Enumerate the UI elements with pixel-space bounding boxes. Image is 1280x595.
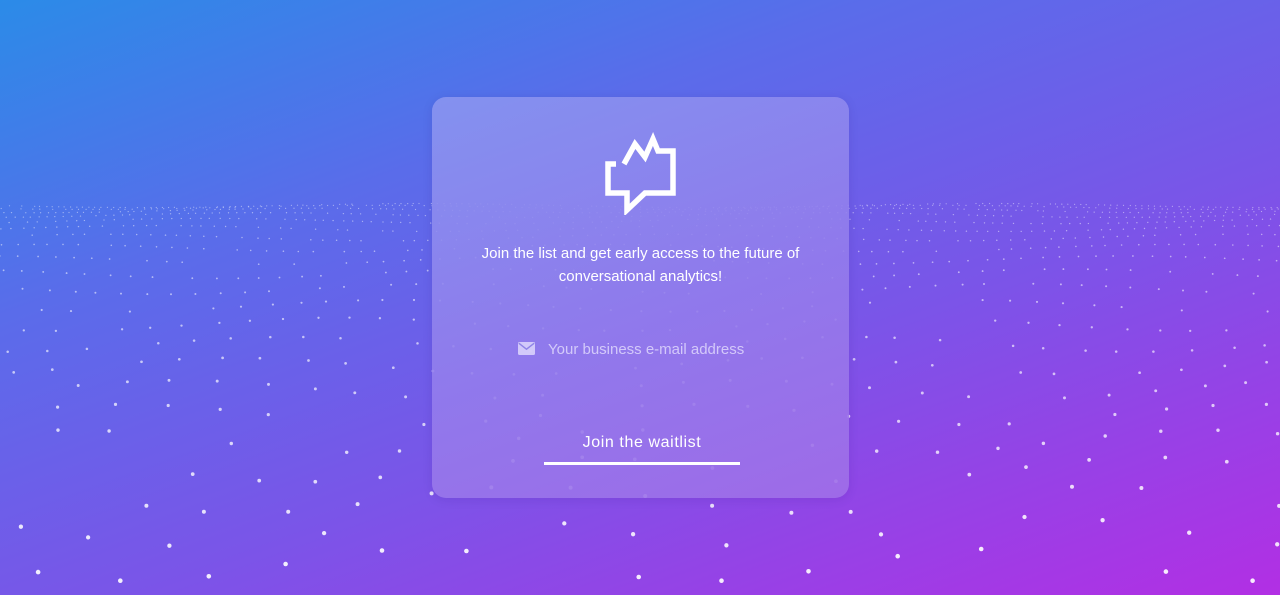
headline-text: Join the list and get early access to th… bbox=[481, 245, 800, 285]
email-input[interactable] bbox=[548, 335, 778, 363]
join-button-underline bbox=[544, 462, 740, 465]
waitlist-card: Join the list and get early access to th… bbox=[432, 97, 849, 498]
envelope-icon bbox=[518, 342, 535, 355]
chat-bubble-pulse-icon bbox=[605, 132, 676, 215]
email-field bbox=[518, 335, 778, 363]
join-waitlist-button[interactable]: Join the waitlist bbox=[544, 423, 740, 463]
